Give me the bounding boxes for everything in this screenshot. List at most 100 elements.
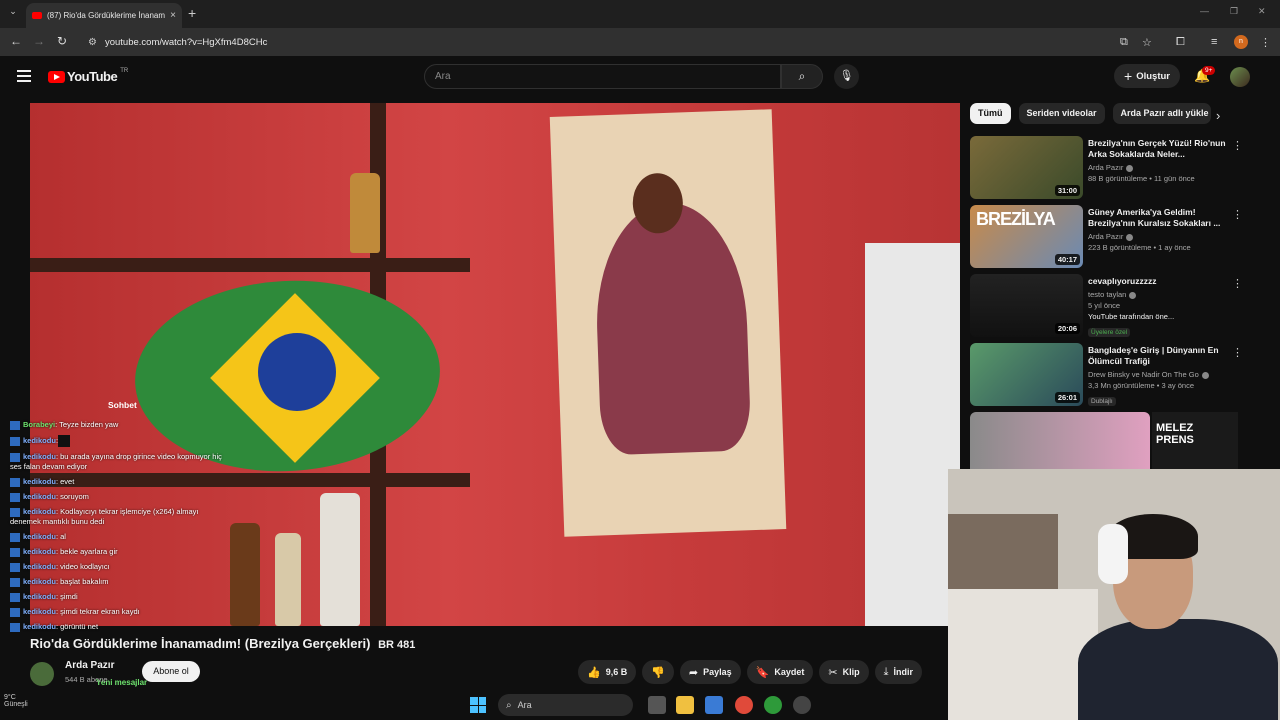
chat-username[interactable]: kedikodu xyxy=(23,492,56,501)
user-badge-icon xyxy=(10,532,20,542)
chip-series[interactable]: Seriden videolar xyxy=(1018,103,1105,124)
more-options-icon[interactable]: ⋮ xyxy=(1232,277,1243,290)
save-button[interactable]: 🔖 Kaydet xyxy=(746,660,814,684)
headset xyxy=(1098,524,1128,584)
channel-name[interactable]: Arda Pazır xyxy=(1088,232,1228,241)
browser-menu-icon[interactable]: ⋮ xyxy=(1260,36,1271,49)
channel-name[interactable]: Drew Binsky ve Nadir On The Go xyxy=(1088,370,1228,379)
voice-search-button[interactable]: 🎙 xyxy=(834,64,859,89)
chat-username[interactable]: kedikodu xyxy=(23,507,56,516)
chip-channel-uploads[interactable]: Arda Pazır adlı yükle xyxy=(1112,103,1211,124)
search-button[interactable]: ⌕ xyxy=(781,64,823,89)
channel-avatar[interactable] xyxy=(30,662,54,686)
chat-username[interactable]: kedikodu xyxy=(23,477,56,486)
chat-text: : başlat bakalım xyxy=(55,577,109,586)
more-options-icon[interactable]: ⋮ xyxy=(1232,139,1243,152)
taskbar-search[interactable]: ⌕ Ara xyxy=(498,694,633,716)
dislike-button[interactable]: 👎 xyxy=(642,660,674,684)
bed xyxy=(948,589,1098,720)
recommendation-item[interactable]: 20:06 cevaplıyoruzzzzz testo taylan 5 yı… xyxy=(970,274,1250,343)
download-button[interactable]: ⤓ İndir xyxy=(874,660,922,684)
chat-username[interactable]: kedikodu xyxy=(23,577,56,586)
windows-start-icon[interactable] xyxy=(470,697,486,713)
video-title[interactable]: Güney Amerika'ya Geldim! Brezilya'nın Ku… xyxy=(1088,207,1228,229)
more-options-icon[interactable]: ⋮ xyxy=(1232,346,1243,359)
chat-message: Borabeyi: Teyze bizden yaw xyxy=(10,420,230,430)
chat-username[interactable]: kedikodu xyxy=(23,436,56,445)
channel-name[interactable]: testo taylan xyxy=(1088,290,1228,299)
site-info-icon[interactable]: ⚙ xyxy=(88,37,97,48)
maximize-icon[interactable]: ❐ xyxy=(1230,6,1238,17)
video-title[interactable]: Bangladeş'e Giriş | Dünyanın En Ölümcül … xyxy=(1088,345,1228,367)
video-thumbnail[interactable]: 31:00 xyxy=(970,136,1083,199)
video-duration: 20:06 xyxy=(1054,323,1080,334)
video-thumbnail[interactable]: 20:06 xyxy=(970,274,1083,337)
tab-search-icon[interactable]: ⌄ xyxy=(6,6,20,20)
video-title-heading: Rio'da Gördüklerime İnanamadım! (Brezily… xyxy=(30,636,415,651)
back-icon[interactable]: ← xyxy=(10,34,22,48)
video-title[interactable]: Brezilya'nın Gerçek Yüzü! Rio'nun Arka S… xyxy=(1088,138,1228,160)
chat-text: : soruyom xyxy=(55,492,89,501)
chat-username[interactable]: kedikodu xyxy=(23,607,56,616)
video-thumbnail[interactable] xyxy=(970,412,1150,475)
video-thumbnail[interactable]: BREZİLYA 40:17 xyxy=(970,205,1083,268)
store-icon[interactable] xyxy=(705,696,723,714)
user-badge-icon xyxy=(10,592,20,602)
download-label: İndir xyxy=(893,667,913,677)
channel-name[interactable]: Arda Pazır xyxy=(65,660,114,671)
url-bar[interactable]: ⚙ youtube.com/watch?v=HgXfm4D8CHc xyxy=(80,31,1160,53)
video-title[interactable]: cevaplıyoruzzzzz xyxy=(1088,276,1228,287)
chevron-right-icon[interactable]: › xyxy=(1216,108,1220,123)
chip-all[interactable]: Tümü xyxy=(970,103,1011,124)
file-explorer-icon[interactable] xyxy=(676,696,694,714)
channel-name-text: testo taylan xyxy=(1088,290,1127,299)
subscribe-button[interactable]: Abone ol xyxy=(142,661,200,682)
chat-username[interactable]: Borabeyi xyxy=(23,420,55,429)
browser-tab[interactable]: (87) Rio'da Gördüklerime İnanam × xyxy=(26,3,182,28)
more-options-icon[interactable]: ⋮ xyxy=(1232,208,1243,221)
minimize-icon[interactable]: — xyxy=(1200,6,1209,16)
xbox-icon[interactable] xyxy=(764,696,782,714)
chrome-icon[interactable] xyxy=(735,696,753,714)
install-app-icon[interactable]: ⧉ xyxy=(1120,36,1128,49)
forward-icon[interactable]: → xyxy=(33,34,45,48)
channel-name[interactable]: Arda Pazır xyxy=(1088,163,1228,172)
obs-icon[interactable] xyxy=(793,696,811,714)
weather-widget[interactable]: 9°C Güneşli xyxy=(4,694,28,708)
chat-username[interactable]: kedikodu xyxy=(23,452,56,461)
menu-icon[interactable] xyxy=(17,70,31,82)
account-avatar[interactable] xyxy=(1230,67,1250,87)
bookmark-star-icon[interactable]: ☆ xyxy=(1142,36,1152,49)
tab-title: (87) Rio'da Gördüklerime İnanam xyxy=(47,11,166,20)
create-button[interactable]: + Oluştur xyxy=(1114,64,1180,88)
task-view-icon[interactable] xyxy=(648,696,666,714)
recommendation-list: 31:00 Brezilya'nın Gerçek Yüzü! Rio'nun … xyxy=(970,136,1250,481)
video-meta: 3,3 Mn görüntüleme • 3 ay önce xyxy=(1088,381,1195,390)
reload-icon[interactable]: ↻ xyxy=(57,34,67,48)
browser-profile-avatar[interactable]: n xyxy=(1234,35,1248,49)
recommendation-item[interactable]: 26:01 Bangladeş'e Giriş | Dünyanın En Öl… xyxy=(970,343,1250,412)
wooden-painting xyxy=(549,109,787,537)
chat-username[interactable]: kedikodu xyxy=(23,532,56,541)
chat-username[interactable]: kedikodu xyxy=(23,562,56,571)
clip-button[interactable]: ✂ Klip xyxy=(819,660,869,684)
chat-message: kedikodu: soruyom xyxy=(10,492,230,502)
window-close-icon[interactable]: ✕ xyxy=(1258,6,1266,17)
extensions-icon[interactable]: ⧠ xyxy=(1176,36,1185,49)
chat-username[interactable]: kedikodu xyxy=(23,547,56,556)
chat-username[interactable]: kedikodu xyxy=(23,622,56,631)
chat-text: : video kodlayıcı xyxy=(55,562,110,571)
like-button[interactable]: 👍 9,6 B xyxy=(578,660,637,684)
chat-username[interactable]: kedikodu xyxy=(23,592,56,601)
media-control-icon[interactable]: ≡ xyxy=(1211,36,1217,48)
tab-close-icon[interactable]: × xyxy=(170,10,176,21)
recommendation-item[interactable]: BREZİLYA 40:17 Güney Amerika'ya Geldim! … xyxy=(970,205,1250,274)
new-tab-button[interactable]: + xyxy=(188,5,196,21)
video-thumbnail[interactable]: 26:01 xyxy=(970,343,1083,406)
create-label: Oluştur xyxy=(1136,70,1170,82)
share-button[interactable]: ➦ Paylaş xyxy=(679,660,741,684)
video-meta: 88 B görüntüleme • 11 gün önce xyxy=(1088,174,1195,183)
search-input[interactable]: Ara xyxy=(424,64,781,89)
recommendation-item[interactable]: 31:00 Brezilya'nın Gerçek Yüzü! Rio'nun … xyxy=(970,136,1250,205)
youtube-logo[interactable]: YouTube TR xyxy=(48,68,128,84)
